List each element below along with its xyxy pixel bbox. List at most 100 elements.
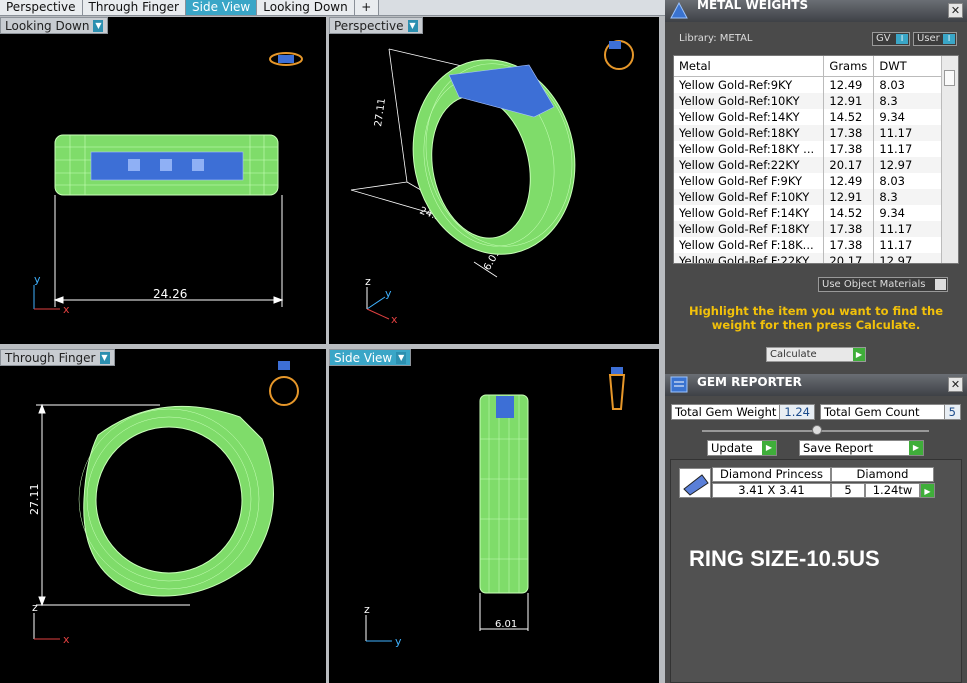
gem-stones [128, 159, 204, 171]
gem-size: 3.41 X 3.41 [712, 483, 831, 498]
viewport-through-finger[interactable]: 27.11 z x Through Finger ▼ [0, 349, 326, 683]
gem-top [496, 396, 514, 418]
gem-report-area: Diamond Princess Diamond 3.41 X 3.41 5 1… [670, 459, 962, 683]
gv-toggle[interactable]: GV I [872, 32, 910, 46]
total-gem-count-field: Total Gem Count 5 [820, 404, 961, 420]
diamond-princess-icon [683, 474, 709, 496]
viewport-label: Side View [334, 350, 393, 365]
axis-gizmo: z x [32, 601, 70, 646]
update-button[interactable]: Update ▶ [707, 440, 777, 456]
table-row[interactable]: Yellow Gold-Ref:14KY 14.52 9.34 [674, 109, 944, 125]
gem-weight: 1.24tw [865, 483, 920, 498]
metal-weights-title: METAL WEIGHTS [697, 0, 809, 12]
toggle-icon: I [943, 34, 955, 44]
svg-text:y: y [34, 273, 41, 286]
svg-text:y: y [395, 635, 402, 648]
viewport-label: Through Finger [5, 350, 96, 365]
tab-side-view[interactable]: Side View [186, 0, 258, 15]
scrollbar-thumb[interactable] [944, 70, 955, 86]
svg-text:x: x [63, 303, 70, 316]
checkbox-icon [935, 279, 946, 290]
chevron-down-icon[interactable]: ▼ [93, 19, 104, 32]
viewport-label: Perspective [334, 18, 404, 33]
table-row[interactable]: Yellow Gold-Ref F:14KY 14.52 9.34 [674, 205, 944, 221]
gem-reporter-icon [670, 376, 688, 393]
table-row[interactable]: Yellow Gold-Ref:10KY 12.91 8.3 [674, 93, 944, 109]
viewport-menu-perspective[interactable]: Perspective ▼ [329, 17, 423, 34]
svg-text:y: y [385, 287, 392, 300]
save-report-button[interactable]: Save Report ▶ [799, 440, 924, 456]
play-icon[interactable]: ▶ [920, 483, 935, 498]
table-scrollbar[interactable] [941, 56, 958, 263]
ring-thumbnail-icon [608, 367, 626, 410]
ring-thumbnail-icon [604, 40, 634, 70]
column-header-dwt[interactable]: DWT [873, 56, 944, 77]
dimension-label: 6.01 [495, 619, 517, 630]
dimension-label: 27.11 [28, 484, 41, 516]
table-header-row: Metal Grams DWT [674, 56, 944, 77]
gem-material: Diamond [831, 467, 934, 482]
tab-through-finger[interactable]: Through Finger [82, 0, 186, 15]
table-row[interactable]: Yellow Gold-Ref F:10KY 12.91 8.3 [674, 189, 944, 205]
gem-thumbnail [679, 468, 711, 498]
svg-text:z: z [32, 601, 38, 614]
axis-gizmo: y x [33, 273, 70, 316]
viewport-menu-side-view[interactable]: Side View ▼ [329, 349, 412, 366]
tab-perspective[interactable]: Perspective [0, 0, 83, 15]
table-row[interactable]: Yellow Gold-Ref F:9KY 12.49 8.03 [674, 173, 944, 189]
column-header-metal[interactable]: Metal [674, 56, 825, 77]
add-tab-button[interactable]: + [354, 0, 379, 15]
table-row[interactable]: Yellow Gold-Ref F:18K... 17.38 11.17 [674, 237, 944, 253]
tab-looking-down[interactable]: Looking Down [257, 0, 355, 15]
ring-size-text: RING SIZE-10.5US [689, 546, 880, 571]
play-icon: ▶ [853, 348, 865, 361]
column-header-grams[interactable]: Grams [823, 56, 875, 77]
toggle-icon: I [896, 34, 908, 44]
ring-inner [95, 426, 243, 574]
ring-side-profile [479, 394, 529, 594]
table-row[interactable]: Yellow Gold-Ref:18KY 17.38 11.17 [674, 125, 944, 141]
table-row[interactable]: Yellow Gold-Ref F:22KY 20.17 12.97 [674, 253, 944, 263]
metal-weights-titlebar: METAL WEIGHTS ✕ [665, 0, 967, 22]
table-row[interactable]: Yellow Gold-Ref:22KY 20.17 12.97 [674, 157, 944, 173]
chevron-down-icon[interactable]: ▼ [407, 19, 418, 32]
dimension-height-label: 27.11 [373, 98, 388, 128]
use-object-materials-dropdown[interactable]: Use Object Materials [818, 277, 948, 292]
user-toggle[interactable]: User I [913, 32, 957, 46]
table-row[interactable]: Yellow Gold-Ref:18KY ... 17.38 11.17 [674, 141, 944, 157]
gem-count: 5 [831, 483, 865, 498]
viewport-menu-through-finger[interactable]: Through Finger ▼ [0, 349, 115, 366]
right-panel: METAL WEIGHTS ✕ Library: METAL GV I User I… [665, 0, 967, 683]
axis-gizmo: z y x [365, 275, 398, 326]
gem-reporter-title: GEM REPORTER [697, 375, 802, 389]
close-icon[interactable]: ✕ [948, 377, 963, 392]
ring-thumbnail-icon [269, 361, 299, 406]
report-slider[interactable] [702, 425, 929, 435]
close-icon[interactable]: ✕ [948, 3, 963, 18]
table-row[interactable]: Yellow Gold-Ref F:18KY 17.38 11.17 [674, 221, 944, 237]
play-icon: ▶ [909, 441, 923, 455]
dimension-label: 24.26 [153, 287, 187, 301]
play-icon: ▶ [762, 441, 776, 455]
total-gem-count-value: 5 [943, 405, 960, 419]
viewport-tab-strip: Perspective Through Finger Side View Loo… [0, 0, 665, 16]
total-gem-weight-field: Total Gem Weight 1.24 [671, 404, 815, 420]
svg-text:z: z [364, 603, 370, 616]
chevron-down-icon[interactable]: ▼ [396, 351, 407, 364]
viewport-side-view[interactable]: 6.01 z y Side View ▼ [329, 349, 659, 683]
metal-weights-hint: Highlight the item you want to find the … [689, 304, 943, 332]
perspective-drawing: 27.11 24.26 6.01 z y x [350, 40, 634, 326]
viewport-perspective[interactable]: 27.11 24.26 6.01 z y x Perspective ▼ [329, 17, 659, 344]
calculate-button[interactable]: Calculate ▶ [766, 347, 866, 362]
chevron-down-icon[interactable]: ▼ [99, 351, 110, 364]
viewport-menu-looking-down[interactable]: Looking Down ▼ [0, 17, 109, 34]
slider-knob[interactable] [812, 425, 822, 435]
svg-text:x: x [391, 313, 398, 326]
total-gem-weight-value: 1.24 [779, 405, 814, 419]
gem-reporter-titlebar: GEM REPORTER ✕ [665, 374, 967, 396]
viewport-label: Looking Down [5, 18, 90, 33]
viewport-looking-down[interactable]: 24.26 y x Looking Down ▼ [0, 17, 326, 344]
table-row[interactable]: Yellow Gold-Ref:9KY 12.49 8.03 [674, 76, 944, 93]
metal-weights-table: Metal Grams DWT Yellow Gold-Ref:9KY 12.49… [673, 55, 959, 264]
metal-weights-icon [670, 1, 688, 19]
